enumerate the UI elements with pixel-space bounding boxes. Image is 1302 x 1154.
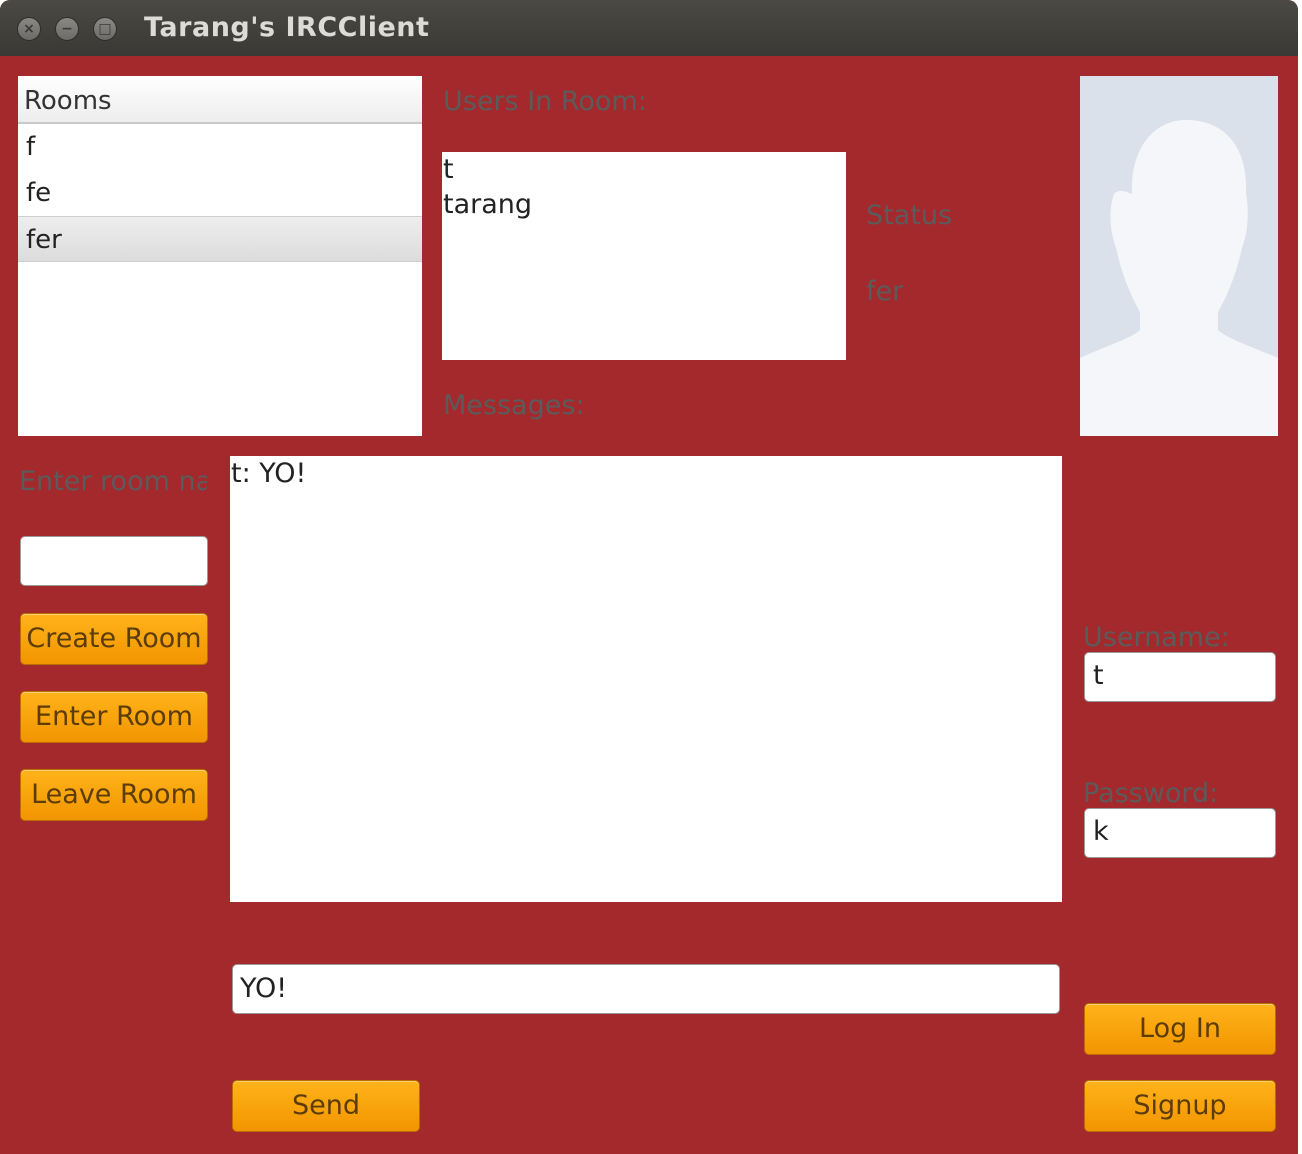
close-icon[interactable]: × bbox=[17, 17, 41, 41]
rooms-list[interactable]: Rooms f fe fer bbox=[18, 76, 422, 436]
password-field[interactable]: k bbox=[1084, 808, 1276, 858]
room-item[interactable]: fe bbox=[18, 170, 422, 216]
message-line: t: YO! bbox=[231, 458, 307, 489]
status-value: fer bbox=[866, 276, 904, 307]
status-label: Status bbox=[866, 200, 953, 231]
users-in-room-label: Users In Room: bbox=[443, 86, 647, 117]
room-item-selected[interactable]: fer bbox=[18, 216, 422, 262]
leave-room-button[interactable]: Leave Room bbox=[20, 769, 208, 821]
signup-button[interactable]: Signup bbox=[1084, 1080, 1276, 1132]
maximize-icon[interactable]: □ bbox=[93, 17, 117, 41]
default-user-icon bbox=[1080, 119, 1278, 436]
window-title: Tarang's IRCClient bbox=[144, 12, 430, 43]
messages-label: Messages: bbox=[443, 390, 585, 421]
users-in-room-list[interactable]: t tarang bbox=[442, 152, 846, 360]
message-input[interactable]: YO! bbox=[232, 964, 1060, 1014]
user-item[interactable]: tarang bbox=[442, 187, 846, 222]
password-label: Password: bbox=[1083, 778, 1219, 809]
user-item[interactable]: t bbox=[442, 152, 846, 187]
send-button[interactable]: Send bbox=[232, 1080, 420, 1132]
room-item[interactable]: f bbox=[18, 124, 422, 170]
enter-room-name-label: Enter room na bbox=[19, 466, 207, 497]
rooms-list-header[interactable]: Rooms bbox=[18, 76, 422, 124]
minimize-icon[interactable]: − bbox=[55, 17, 79, 41]
create-room-button[interactable]: Create Room bbox=[20, 613, 208, 665]
messages-area[interactable]: t: YO! bbox=[230, 456, 1062, 902]
username-field[interactable]: t bbox=[1084, 652, 1276, 702]
title-bar: × − □ Tarang's IRCClient bbox=[0, 0, 1298, 56]
username-label: Username: bbox=[1083, 622, 1230, 653]
log-in-button[interactable]: Log In bbox=[1084, 1003, 1276, 1055]
avatar bbox=[1080, 76, 1278, 436]
enter-room-button[interactable]: Enter Room bbox=[20, 691, 208, 743]
irc-client-window: × − □ Tarang's IRCClient Rooms f fe fer … bbox=[0, 0, 1298, 1154]
room-name-input[interactable] bbox=[20, 536, 208, 586]
